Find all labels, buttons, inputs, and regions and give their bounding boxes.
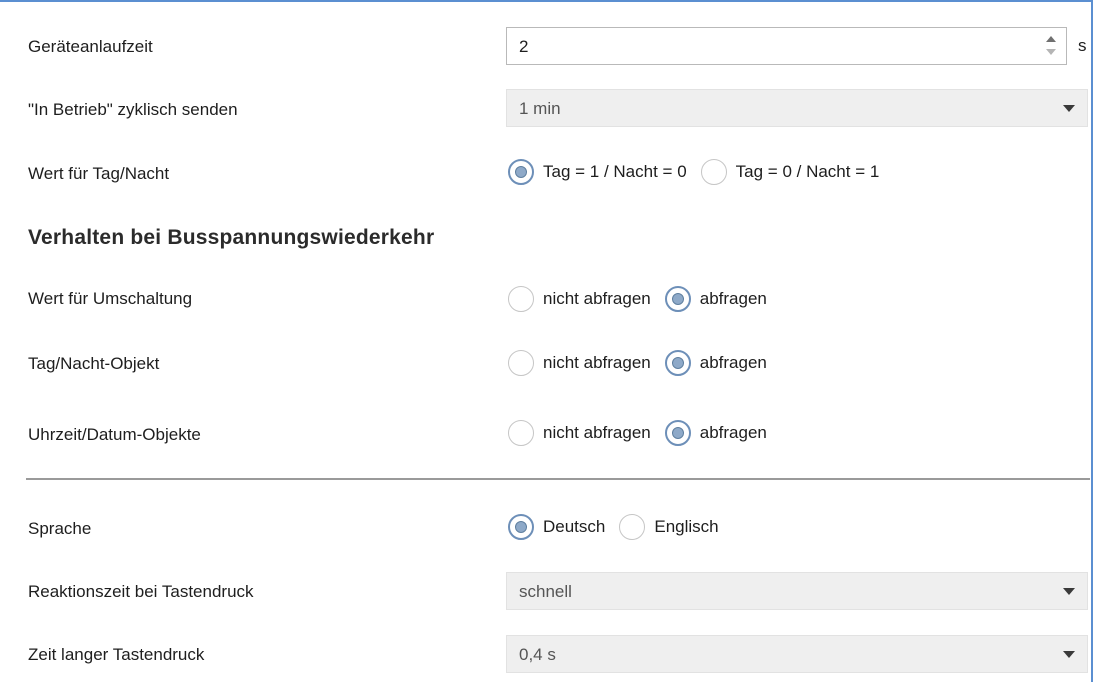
spinner-arrows[interactable] [1044, 32, 1058, 60]
radio-timedate-query[interactable]: abfragen [664, 420, 767, 446]
cyclic-send-label: "In Betrieb" zyklisch senden [28, 100, 238, 119]
chevron-down-icon[interactable] [1063, 651, 1075, 658]
time-date-radio-group: nicht abfragen abfragen [508, 420, 781, 446]
radio-unselected-icon[interactable] [619, 514, 646, 540]
daynight-value-radio-group: Tag = 1 / Nacht = 0 Tag = 0 / Nacht = 1 [508, 159, 893, 185]
radio-selected-icon[interactable] [664, 420, 691, 446]
radio-unselected-icon[interactable] [508, 420, 534, 446]
radio-switching-no-query[interactable]: nicht abfragen [508, 286, 651, 312]
daynight-object-label: Tag/Nacht-Objekt [28, 354, 160, 373]
startup-time-unit: s [1078, 36, 1087, 55]
switching-radio-group: nicht abfragen abfragen [508, 286, 781, 312]
radio-language-englisch[interactable]: Englisch [619, 514, 719, 540]
radio-selected-icon[interactable] [508, 514, 534, 540]
radio-label: abfragen [699, 423, 767, 442]
radio-tag0-nacht1[interactable]: Tag = 0 / Nacht = 1 [700, 159, 880, 185]
startup-time-spinner[interactable]: 2 [506, 27, 1067, 65]
radio-switching-query[interactable]: abfragen [664, 286, 767, 312]
radio-label: Tag = 1 / Nacht = 0 [543, 162, 687, 181]
radio-unselected-icon[interactable] [508, 350, 534, 376]
long-press-value: 0,4 s [519, 645, 556, 664]
radio-unselected-icon[interactable] [508, 286, 534, 312]
section-title: Verhalten bei Busspannungswiederkehr [28, 226, 435, 249]
radio-label: abfragen [699, 289, 767, 308]
reaction-time-select[interactable]: schnell [506, 572, 1088, 610]
chevron-down-icon[interactable] [1063, 588, 1075, 595]
daynight-object-radio-group: nicht abfragen abfragen [508, 350, 781, 376]
spinner-down-icon[interactable] [1046, 49, 1056, 55]
cyclic-send-select[interactable]: 1 min [506, 89, 1088, 127]
radio-daynight-query[interactable]: abfragen [664, 350, 767, 376]
radio-label: Tag = 0 / Nacht = 1 [735, 162, 880, 181]
radio-selected-icon[interactable] [664, 350, 691, 376]
switching-value-label: Wert für Umschaltung [28, 289, 193, 308]
parameter-panel: Geräteanlaufzeit 2 s "In Betrieb" zyklis… [0, 0, 1093, 682]
spinner-up-icon[interactable] [1046, 36, 1056, 42]
long-press-select[interactable]: 0,4 s [506, 635, 1088, 673]
radio-selected-icon[interactable] [508, 159, 534, 185]
time-date-label: Uhrzeit/Datum-Objekte [28, 425, 201, 444]
cyclic-send-value: 1 min [519, 99, 561, 118]
radio-language-deutsch[interactable]: Deutsch [508, 514, 605, 540]
radio-label: Deutsch [543, 517, 606, 536]
startup-time-value[interactable]: 2 [519, 37, 528, 57]
language-label: Sprache [28, 519, 92, 538]
long-press-label: Zeit langer Tastendruck [28, 645, 205, 664]
reaction-time-label: Reaktionszeit bei Tastendruck [28, 582, 254, 601]
section-divider [26, 478, 1090, 480]
radio-label: abfragen [699, 353, 767, 372]
reaction-time-value: schnell [519, 582, 572, 601]
radio-selected-icon[interactable] [664, 286, 691, 312]
radio-daynight-no-query[interactable]: nicht abfragen [508, 350, 651, 376]
radio-label: nicht abfragen [543, 353, 651, 372]
chevron-down-icon[interactable] [1063, 105, 1075, 112]
radio-tag1-nacht0[interactable]: Tag = 1 / Nacht = 0 [508, 159, 687, 185]
language-radio-group: Deutsch Englisch [508, 514, 733, 540]
radio-label: nicht abfragen [543, 289, 651, 308]
radio-timedate-no-query[interactable]: nicht abfragen [508, 420, 651, 446]
radio-label: nicht abfragen [543, 423, 651, 442]
radio-label: Englisch [654, 517, 719, 536]
daynight-value-label: Wert für Tag/Nacht [28, 164, 170, 183]
radio-unselected-icon[interactable] [700, 159, 727, 185]
startup-time-label: Geräteanlaufzeit [28, 37, 153, 56]
